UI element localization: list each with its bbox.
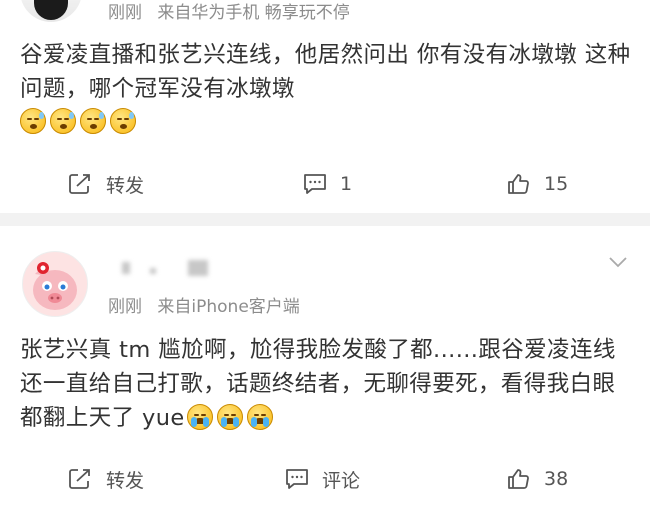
post-meta: 刚刚 来自iPhone客户端 [108, 292, 300, 317]
thumbs-up-icon [508, 174, 529, 194]
comment-icon [304, 174, 326, 194]
avatar[interactable] [22, 251, 88, 317]
repost-label: 转发 [106, 174, 145, 197]
crying-emoji-icon [246, 404, 273, 430]
comment-label: 评论 [322, 469, 361, 492]
sweat-emoji-icon [20, 108, 46, 134]
emoji-row [20, 108, 632, 134]
like-count: 38 [544, 468, 569, 490]
post-text: 张艺兴真 tm 尴尬啊，尬得我脸发酸了都......跟谷爱凌连线还一直给自己打歌… [20, 337, 616, 431]
comment-button[interactable]: 评论 [284, 459, 360, 499]
post-body: 谷爱凌直播和张艺兴连线，他居然问出 你有没有冰墩墩 这种问题，哪个冠军没有冰墩墩 [20, 38, 632, 134]
comment-button[interactable]: 1 [302, 164, 352, 204]
repost-button[interactable]: 转发 [68, 459, 144, 499]
like-button[interactable]: 15 [506, 164, 568, 204]
action-bar: 转发 1 15 [0, 164, 650, 204]
like-button[interactable]: 38 [506, 459, 568, 499]
post-text: 谷爱凌直播和张艺兴连线，他居然问出 你有没有冰墩墩 这种问题，哪个冠军没有冰墩墩 [20, 42, 631, 102]
chevron-down-icon[interactable] [608, 256, 628, 268]
thumbs-up-icon [508, 469, 529, 489]
sweat-emoji-icon [110, 108, 136, 134]
sweat-emoji-icon [80, 108, 106, 134]
post-meta: 刚刚 来自华为手机 畅享玩不停 [108, 0, 350, 23]
post-source: 来自iPhone客户端 [157, 297, 300, 317]
crying-emoji-icon [216, 404, 243, 430]
post-source: 来自华为手机 畅享玩不停 [157, 3, 350, 23]
post-card-1[interactable]: 刚刚 来自华为手机 畅享玩不停 谷爱凌直播和张艺兴连线，他居然问出 你有没有冰墩… [0, 0, 650, 213]
repost-label: 转发 [106, 469, 145, 492]
comment-count: 1 [340, 173, 353, 195]
repost-button[interactable]: 转发 [68, 164, 144, 204]
crying-emoji-icon [186, 404, 213, 430]
post-time: 刚刚 [108, 3, 142, 23]
post-time: 刚刚 [108, 297, 142, 317]
repost-icon [69, 469, 90, 489]
repost-icon [69, 174, 90, 194]
sweat-emoji-icon [50, 108, 76, 134]
post-body: 张艺兴真 tm 尴尬啊，尬得我脸发酸了都......跟谷爱凌连线还一直给自己打歌… [20, 333, 632, 435]
avatar[interactable] [20, 0, 82, 22]
like-count: 15 [544, 173, 569, 195]
post-card-2[interactable]: 刚刚 来自iPhone客户端 张艺兴真 tm 尴尬啊，尬得我脸发酸了都.....… [0, 226, 650, 513]
emoji-row [186, 404, 273, 430]
pig-avatar-icon [33, 262, 77, 310]
comment-icon [286, 469, 308, 489]
action-bar: 转发 评论 38 [0, 459, 650, 499]
